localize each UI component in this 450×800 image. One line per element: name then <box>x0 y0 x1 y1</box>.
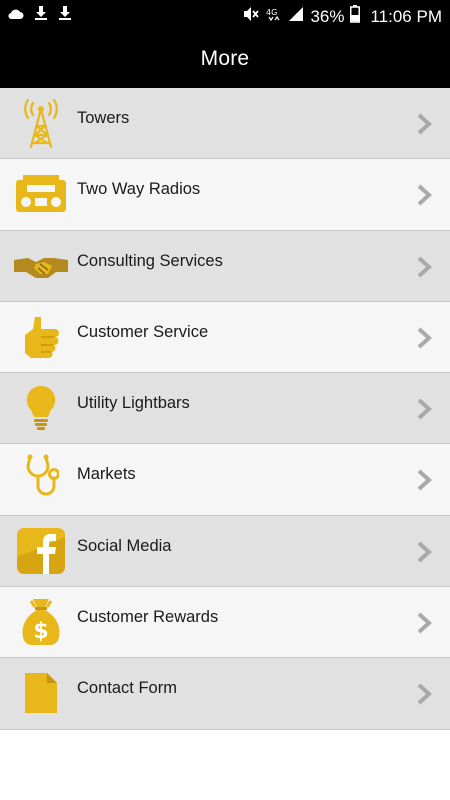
menu-item-customer-rewards[interactable]: $ Customer Rewards <box>0 587 450 659</box>
mute-icon <box>242 6 260 27</box>
menu-item-towers[interactable]: Towers <box>0 88 450 160</box>
app-header: More <box>0 30 450 88</box>
chevron-right-icon <box>414 682 434 706</box>
menu-item-utility-lightbars[interactable]: Utility Lightbars <box>0 373 450 445</box>
menu-item-label: Contact Form <box>77 679 177 698</box>
handshake-icon <box>14 239 68 293</box>
status-bar: 4G 36% 11:06 PM <box>0 0 450 30</box>
menu-item-social-media[interactable]: Social Media <box>0 515 450 588</box>
clock: 11:06 PM <box>370 6 442 26</box>
chevron-right-icon <box>414 112 434 136</box>
signal-icon <box>288 6 304 27</box>
menu-item-label: Towers <box>77 109 130 127</box>
menu-item-label: Social Media <box>77 536 172 555</box>
chevron-right-icon <box>414 611 434 635</box>
radio-icon <box>14 167 68 221</box>
menu-item-label: Markets <box>77 465 136 484</box>
menu-item-customer-service[interactable]: Customer Service <box>0 301 450 374</box>
cloud-icon <box>8 7 24 25</box>
chevron-right-icon <box>414 326 434 350</box>
svg-text:4G: 4G <box>266 8 277 17</box>
chevron-right-icon <box>414 255 434 279</box>
menu-item-markets[interactable]: Markets <box>0 444 450 516</box>
download-icon <box>58 5 72 26</box>
chevron-right-icon <box>414 397 434 421</box>
chevron-right-icon <box>414 183 434 207</box>
document-icon <box>14 666 68 720</box>
chevron-right-icon <box>414 468 434 492</box>
chevron-right-icon <box>414 540 434 564</box>
menu-item-two-way-radios[interactable]: Two Way Radios <box>0 159 450 231</box>
thumbs-up-icon <box>14 310 68 364</box>
page-title: More <box>200 47 250 70</box>
more-menu-list: Towers Two Way Radios Consulting Service… <box>0 88 450 730</box>
menu-item-label: Two Way Radios <box>77 180 201 199</box>
menu-item-consulting-services[interactable]: Consulting Services <box>0 230 450 302</box>
svg-text:$: $ <box>33 619 48 644</box>
menu-item-contact-form[interactable]: Contact Form <box>0 658 450 730</box>
download-icon <box>34 5 48 26</box>
stethoscope-icon <box>14 452 68 506</box>
battery-icon <box>350 5 361 28</box>
tower-icon <box>14 96 68 150</box>
battery-percent: 36% <box>310 6 345 26</box>
menu-item-label: Utility Lightbars <box>77 394 190 413</box>
4g-icon: 4G <box>266 6 282 27</box>
menu-item-label: Customer Service <box>77 322 209 341</box>
lightbulb-icon <box>14 381 68 435</box>
status-left-icons <box>8 5 72 26</box>
money-bag-icon: $ <box>14 595 68 649</box>
facebook-icon <box>14 524 68 578</box>
status-right: 4G 36% 11:06 PM <box>242 5 442 28</box>
menu-item-label: Customer Rewards <box>77 608 219 627</box>
menu-item-label: Consulting Services <box>77 251 223 270</box>
